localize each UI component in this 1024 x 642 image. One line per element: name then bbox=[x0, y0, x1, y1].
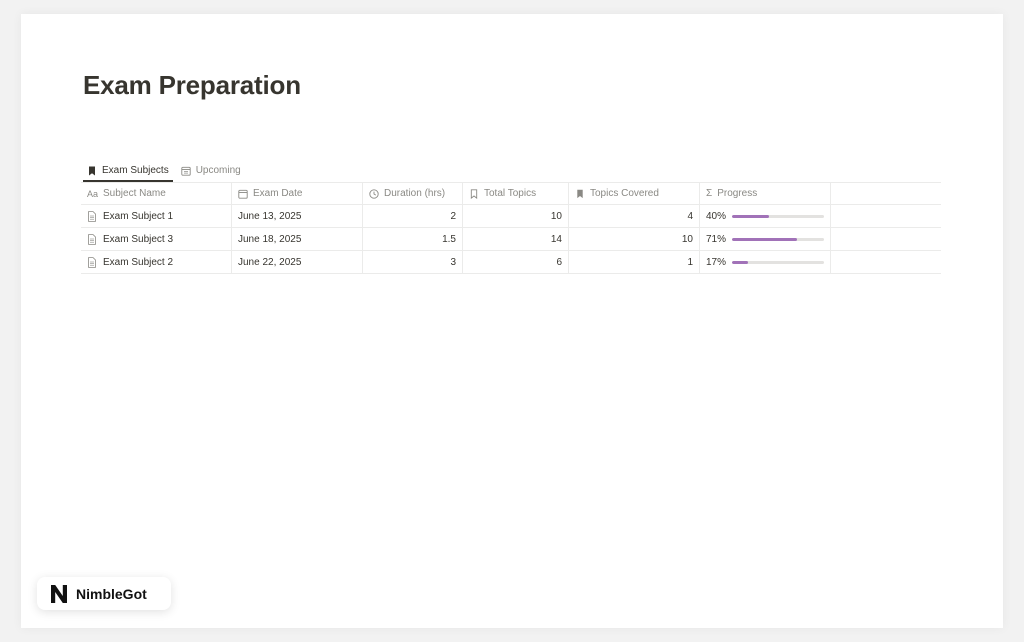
subject-name-cell[interactable]: Exam Subject 2 bbox=[81, 251, 232, 273]
exam-date-cell[interactable]: June 13, 2025 bbox=[232, 205, 363, 227]
column-label: Subject Name bbox=[103, 188, 166, 199]
topics-covered-cell[interactable]: 4 bbox=[569, 205, 700, 227]
progress-bar bbox=[732, 260, 824, 264]
bookmark-outline-icon bbox=[470, 188, 478, 199]
column-header-empty bbox=[831, 183, 941, 204]
column-label: Progress bbox=[717, 188, 758, 199]
progress-label: 40% bbox=[706, 210, 727, 222]
progress-bar bbox=[732, 237, 824, 241]
page-icon bbox=[88, 210, 96, 222]
total-topics-cell[interactable]: 6 bbox=[463, 251, 569, 273]
column-header-progress[interactable]: Σ Progress bbox=[700, 183, 831, 204]
total-topics-cell[interactable]: 10 bbox=[463, 205, 569, 227]
tab-upcoming[interactable]: Upcoming bbox=[177, 165, 245, 182]
subject-name-cell[interactable]: Exam Subject 1 bbox=[81, 205, 232, 227]
progress-label: 71% bbox=[706, 233, 727, 245]
page-title: Exam Preparation bbox=[83, 70, 301, 100]
exam-date-cell[interactable]: June 22, 2025 bbox=[232, 251, 363, 273]
text-aa-icon: Aa bbox=[87, 188, 99, 199]
column-header-topics-covered[interactable]: Topics Covered bbox=[569, 183, 700, 204]
duration-cell[interactable]: 1.5 bbox=[363, 228, 463, 250]
empty-cell bbox=[831, 205, 941, 227]
subject-name: Exam Subject 1 bbox=[103, 210, 174, 222]
column-label: Topics Covered bbox=[590, 188, 659, 199]
empty-cell bbox=[831, 228, 941, 250]
sigma-icon: Σ bbox=[706, 188, 713, 199]
progress-bar-fill bbox=[732, 260, 748, 264]
tab-label: Upcoming bbox=[195, 165, 241, 176]
topics-covered-cell[interactable]: 10 bbox=[569, 228, 700, 250]
progress-bar-fill bbox=[732, 237, 798, 241]
total-topics-cell[interactable]: 14 bbox=[463, 228, 569, 250]
page-icon bbox=[88, 256, 96, 268]
progress-cell: 40% bbox=[700, 205, 831, 227]
page-icon bbox=[88, 233, 96, 245]
progress-label: 17% bbox=[706, 256, 727, 268]
calendar-icon bbox=[181, 166, 191, 176]
table-row[interactable]: Exam Subject 2 June 22, 2025 3 6 1 17% bbox=[81, 251, 941, 274]
progress-cell: 17% bbox=[700, 251, 831, 273]
column-header-duration[interactable]: Duration (hrs) bbox=[363, 183, 463, 204]
empty-cell bbox=[831, 251, 941, 273]
nimblegot-logo-icon bbox=[51, 584, 67, 603]
view-tabs: Exam Subjects Upcoming bbox=[83, 161, 249, 182]
subject-name: Exam Subject 2 bbox=[103, 256, 174, 268]
progress-cell: 71% bbox=[700, 228, 831, 250]
bookmark-icon bbox=[577, 189, 583, 198]
tab-exam-subjects[interactable]: Exam Subjects bbox=[83, 165, 173, 182]
progress-bar-fill bbox=[732, 214, 769, 218]
brand-badge[interactable]: NimbleGot bbox=[37, 577, 171, 610]
column-header-total-topics[interactable]: Total Topics bbox=[463, 183, 569, 204]
column-header-exam-date[interactable]: Exam Date bbox=[232, 183, 363, 204]
calendar-icon bbox=[238, 189, 248, 199]
subject-name-cell[interactable]: Exam Subject 3 bbox=[81, 228, 232, 250]
tab-label: Exam Subjects bbox=[102, 165, 169, 176]
table-row[interactable]: Exam Subject 3 June 18, 2025 1.5 14 10 7… bbox=[81, 228, 941, 251]
topics-covered-cell[interactable]: 1 bbox=[569, 251, 700, 273]
page-canvas: Exam Preparation Exam Subjects Upcoming … bbox=[21, 14, 1003, 628]
subject-name: Exam Subject 3 bbox=[103, 233, 174, 245]
brand-name: NimbleGot bbox=[76, 585, 147, 602]
subjects-table: Aa Subject Name Exam Date Duration (hrs)… bbox=[81, 182, 941, 274]
table-header-row: Aa Subject Name Exam Date Duration (hrs)… bbox=[81, 183, 941, 205]
duration-cell[interactable]: 3 bbox=[363, 251, 463, 273]
clock-icon bbox=[369, 188, 379, 199]
progress-bar bbox=[732, 214, 824, 218]
column-label: Exam Date bbox=[253, 188, 303, 199]
bookmark-icon bbox=[89, 166, 95, 175]
table-row[interactable]: Exam Subject 1 June 13, 2025 2 10 4 40% bbox=[81, 205, 941, 228]
column-label: Total Topics bbox=[484, 188, 537, 199]
exam-date-cell[interactable]: June 18, 2025 bbox=[232, 228, 363, 250]
duration-cell[interactable]: 2 bbox=[363, 205, 463, 227]
column-label: Duration (hrs) bbox=[384, 188, 446, 199]
column-header-subject-name[interactable]: Aa Subject Name bbox=[81, 183, 232, 204]
